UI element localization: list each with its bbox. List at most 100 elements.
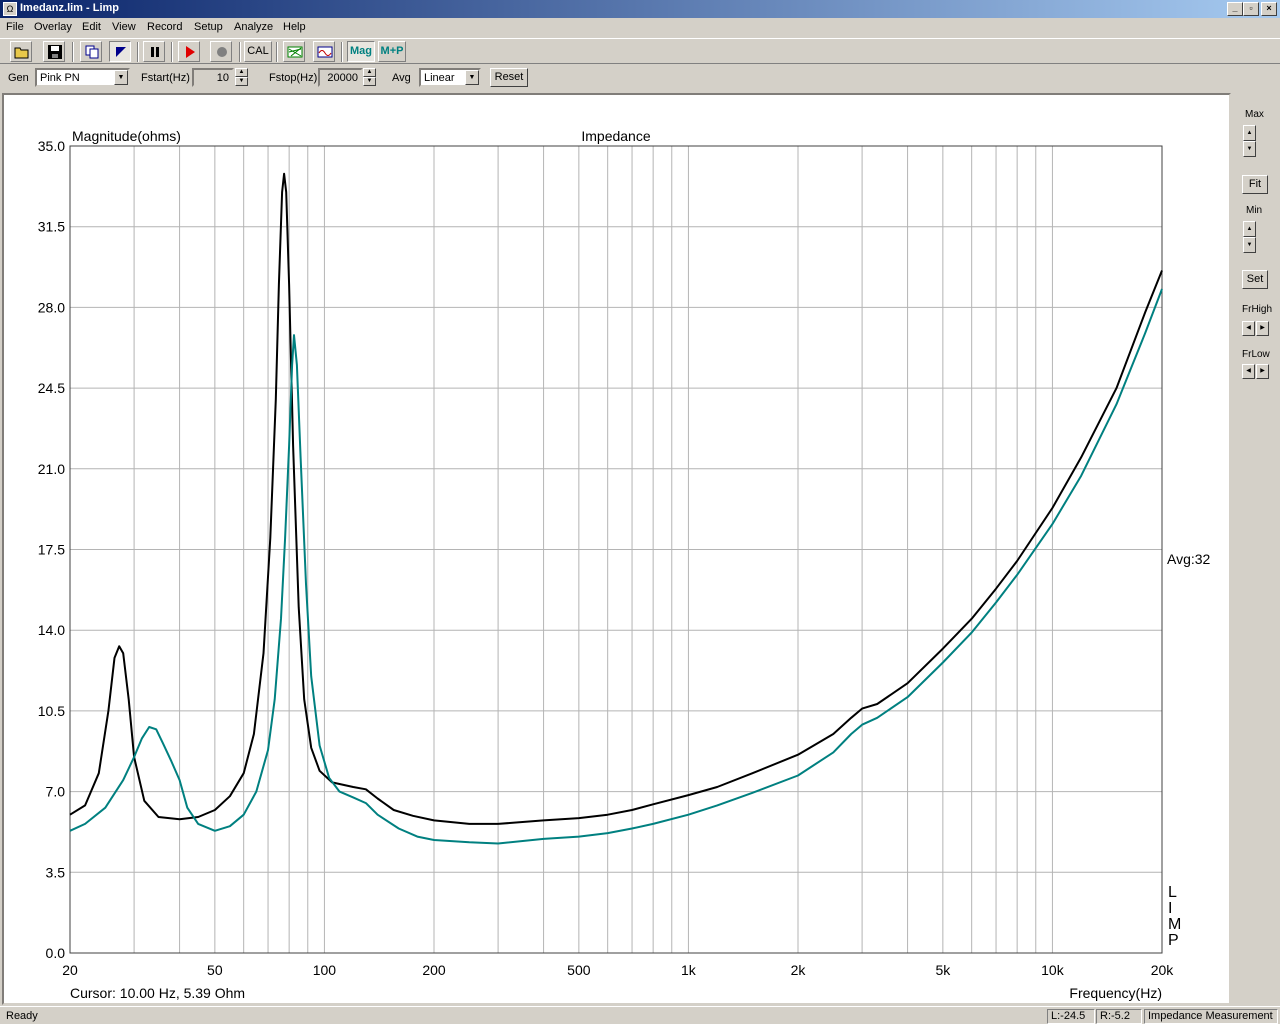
fstop-label: Fstop(Hz) (269, 72, 318, 84)
max-up-button[interactable]: ▲ (1243, 125, 1256, 141)
set-button[interactable]: Set (1242, 270, 1268, 289)
record-button[interactable] (210, 41, 232, 62)
x-tick-label: 100 (313, 962, 337, 978)
fit-button[interactable]: Fit (1242, 175, 1268, 194)
restore-button[interactable]: ▫ (1243, 2, 1259, 16)
plot-panel: 0.0 3.5 7.0 10.5 14.0 17.5 21.0 24.5 28.0 31.5 35.… (2, 93, 1231, 1005)
wave-icon (317, 46, 333, 58)
max-label: Max (1245, 109, 1264, 120)
status-right-level: R:-5.2 (1096, 1009, 1142, 1024)
fstop-spinner[interactable]: ▲ ▼ (363, 68, 376, 87)
x-tick-label: 2k (791, 962, 807, 978)
fstop-input[interactable]: 20000 (318, 68, 363, 87)
y-tick-label: 0.0 (46, 945, 66, 961)
waterfall-button[interactable] (283, 41, 305, 62)
spin-up-icon[interactable]: ▲ (235, 68, 248, 77)
y-tick-label: 31.5 (38, 219, 65, 235)
avg-value: Linear (424, 72, 455, 84)
menu-help[interactable]: Help (283, 21, 306, 33)
frlow-right-button[interactable]: ▶ (1256, 364, 1269, 379)
pause-button[interactable] (143, 41, 165, 62)
toolbar-separator (239, 42, 241, 62)
status-left-level: L:-24.5 (1047, 1009, 1095, 1024)
toolbar-separator (341, 42, 343, 62)
x-tick-label: 200 (422, 962, 446, 978)
spin-up-icon[interactable]: ▲ (363, 68, 376, 77)
toolbar-separator (276, 42, 278, 62)
copy-pages-icon (85, 45, 99, 59)
window-title: Imedanz.lim - Limp (20, 2, 120, 14)
play-icon (186, 46, 195, 58)
close-button[interactable]: × (1261, 2, 1277, 16)
status-mode: Impedance Measurement (1144, 1009, 1278, 1024)
y-tick-label: 10.5 (38, 703, 65, 719)
min-up-button[interactable]: ▲ (1243, 221, 1256, 237)
avg-select[interactable]: Linear ▼ (419, 68, 481, 87)
wave-button[interactable] (313, 41, 335, 62)
y-tick-label: 14.0 (38, 622, 65, 638)
frhigh-right-button[interactable]: ▶ (1256, 321, 1269, 336)
y-axis-label: Magnitude(ohms) (72, 128, 181, 144)
save-disk-icon (48, 45, 62, 59)
y-tick-label: 3.5 (46, 864, 66, 880)
frlow-left-button[interactable]: ◀ (1242, 364, 1255, 379)
gen-value: Pink PN (40, 72, 80, 84)
app-icon[interactable]: Ω (3, 2, 17, 16)
series-line-2 (69, 288, 1163, 845)
impedance-chart[interactable]: 0.0 3.5 7.0 10.5 14.0 17.5 21.0 24.5 28.0 31.5 35.… (4, 95, 1229, 1003)
chart-title: Impedance (581, 128, 650, 144)
x-tick-label: 5k (935, 962, 951, 978)
cursor-readout: Cursor: 10.00 Hz, 5.39 Ohm (70, 985, 245, 1001)
open-button[interactable] (10, 41, 32, 62)
chevron-down-icon[interactable]: ▼ (465, 70, 479, 85)
overlay-triangle-icon (116, 47, 126, 57)
frlow-label: FrLow (1242, 349, 1270, 360)
reset-button[interactable]: Reset (490, 68, 528, 87)
y-tick-label: 28.0 (38, 299, 65, 315)
pause-icon (151, 47, 159, 57)
watermark-letter: L (1168, 884, 1177, 901)
fstart-input[interactable]: 10 (192, 68, 234, 87)
mag-phase-button[interactable]: M+P (378, 41, 406, 62)
watermark-letter: I (1168, 900, 1172, 917)
minimize-button[interactable]: _ (1227, 2, 1243, 16)
menu-analyze[interactable]: Analyze (234, 21, 273, 33)
menu-file[interactable]: File (6, 21, 24, 33)
mag-button[interactable]: Mag (347, 41, 375, 62)
avg-label: Avg (392, 72, 411, 84)
watermark-letter: P (1168, 932, 1179, 949)
frhigh-left-button[interactable]: ◀ (1242, 321, 1255, 336)
menu-record[interactable]: Record (147, 21, 182, 33)
min-label: Min (1246, 205, 1263, 216)
watermark-letter: M (1168, 916, 1181, 933)
status-bar: Ready L:-24.5 R:-5.2 Impedance Measureme… (0, 1006, 1280, 1024)
play-button[interactable] (178, 41, 200, 62)
title-bar: Ω Imedanz.lim - Limp _ ▫ × (0, 0, 1280, 18)
copy-button[interactable] (80, 41, 102, 62)
menu-bar: File Overlay Edit View Record Setup Anal… (0, 18, 1280, 38)
save-button[interactable] (43, 41, 65, 62)
toolbar-separator (171, 42, 173, 62)
max-down-button[interactable]: ▼ (1243, 141, 1256, 157)
chevron-down-icon[interactable]: ▼ (114, 70, 128, 85)
menu-view[interactable]: View (112, 21, 136, 33)
status-ready: Ready (6, 1010, 38, 1022)
overlay-button[interactable] (109, 41, 131, 62)
scale-side-panel: Max ▲ ▼ Fit Min ▲ ▼ Set FrHigh ◀ ▶ FrLow… (1232, 93, 1280, 1005)
y-tick-label: 35.0 (38, 138, 65, 154)
min-down-button[interactable]: ▼ (1243, 237, 1256, 253)
y-tick-label: 24.5 (38, 380, 65, 396)
y-tick-label: 21.0 (38, 461, 65, 477)
menu-edit[interactable]: Edit (82, 21, 101, 33)
gen-select[interactable]: Pink PN ▼ (35, 68, 130, 87)
fstart-spinner[interactable]: ▲ ▼ (235, 68, 248, 87)
avg-annotation: Avg:32 (1167, 551, 1211, 567)
x-axis-label: Frequency(Hz) (1069, 985, 1162, 1001)
cal-button[interactable]: CAL (244, 41, 272, 62)
toolbar-separator (72, 42, 74, 62)
menu-setup[interactable]: Setup (194, 21, 223, 33)
spin-down-icon[interactable]: ▼ (363, 77, 376, 86)
menu-overlay[interactable]: Overlay (34, 21, 72, 33)
spin-down-icon[interactable]: ▼ (235, 77, 248, 86)
toolbar-separator (137, 42, 139, 62)
